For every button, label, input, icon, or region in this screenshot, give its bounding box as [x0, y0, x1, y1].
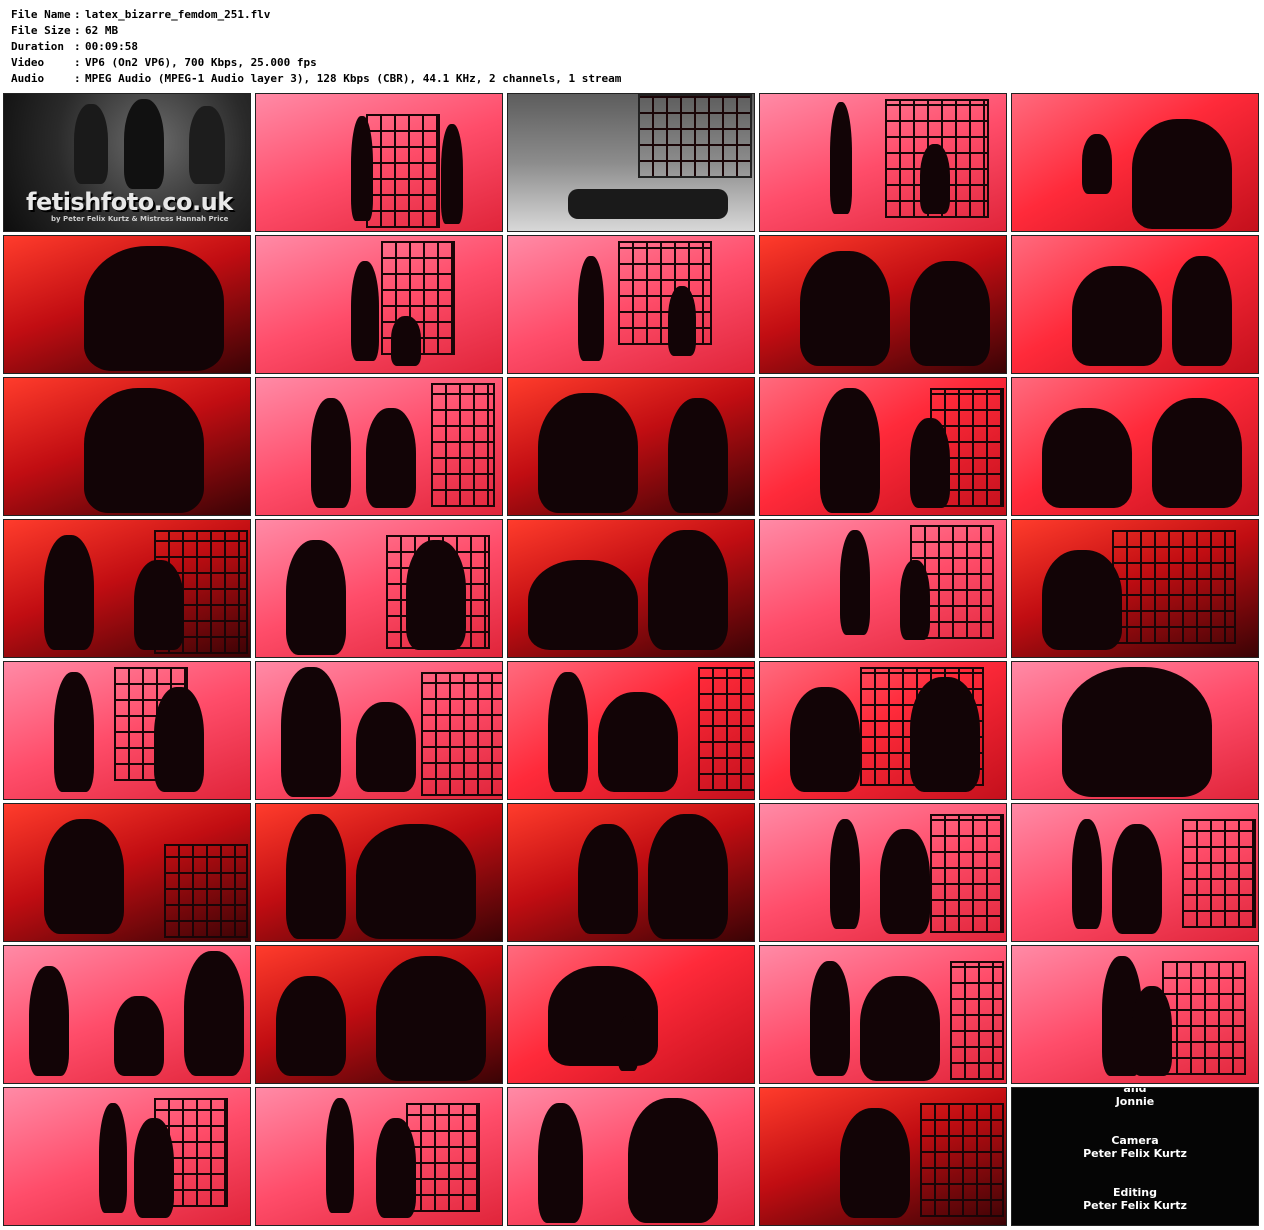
meta-separator: :: [74, 40, 81, 53]
thumbnail[interactable]: [1011, 519, 1259, 658]
thumbnail[interactable]: [759, 661, 1007, 800]
thumbnail[interactable]: [255, 235, 503, 374]
thumbnail[interactable]: [255, 661, 503, 800]
thumbnail[interactable]: [759, 1087, 1007, 1226]
thumbnail[interactable]: [507, 1087, 755, 1226]
thumbnail[interactable]: [507, 377, 755, 516]
meta-label: Video: [11, 56, 45, 69]
credits-camera-label: Camera: [1111, 1134, 1159, 1147]
credits-editing-label: Editing: [1113, 1186, 1157, 1199]
credits-line: Jonnie: [1115, 1095, 1155, 1108]
thumbnail[interactable]: [507, 519, 755, 658]
thumbnail[interactable]: [759, 93, 1007, 232]
thumbnail[interactable]: [3, 377, 251, 516]
thumbnail[interactable]: [3, 519, 251, 658]
thumbnail[interactable]: [507, 93, 755, 232]
thumbnail[interactable]: [1011, 661, 1259, 800]
meta-label: Audio: [11, 72, 45, 85]
thumbnail[interactable]: [507, 235, 755, 374]
meta-label: File Name: [11, 8, 71, 21]
thumbnail-credits[interactable]: and Jonnie Camera Peter Felix Kurtz Edit…: [1011, 1087, 1259, 1226]
thumbnail[interactable]: [3, 235, 251, 374]
thumbnail[interactable]: [759, 803, 1007, 942]
meta-separator: :: [74, 8, 81, 21]
thumbnail[interactable]: [255, 519, 503, 658]
thumbnail[interactable]: [759, 377, 1007, 516]
thumbnail[interactable]: [1011, 377, 1259, 516]
audio-row: Audio : MPEG Audio (MPEG-1 Audio layer 3…: [11, 71, 621, 87]
meta-label: File Size: [11, 24, 71, 37]
thumbnail[interactable]: [507, 661, 755, 800]
credits-camera-name: Peter Felix Kurtz: [1083, 1147, 1187, 1160]
meta-value: 00:09:58: [85, 40, 138, 53]
thumbnail[interactable]: [255, 945, 503, 1084]
thumbnail[interactable]: [1011, 93, 1259, 232]
meta-value: 62 MB: [85, 24, 119, 37]
logo-title: fetishfoto.co.uk: [26, 188, 233, 216]
thumbnail[interactable]: [507, 945, 755, 1084]
thumbnail[interactable]: [255, 803, 503, 942]
video-row: Video : VP6 (On2 VP6), 700 Kbps, 25.000 …: [11, 55, 621, 71]
meta-separator: :: [74, 72, 81, 85]
meta-value: VP6 (On2 VP6), 700 Kbps, 25.000 fps: [85, 56, 317, 69]
thumbnail[interactable]: [759, 519, 1007, 658]
thumbnail[interactable]: [3, 661, 251, 800]
thumbnail[interactable]: [3, 803, 251, 942]
file-size-row: File Size : 62 MB: [11, 23, 621, 39]
thumbnail[interactable]: [255, 93, 503, 232]
thumbnail[interactable]: [1011, 803, 1259, 942]
thumbnail-grid: fetishfoto.co.uk by Peter Felix Kurtz & …: [3, 93, 1259, 1226]
thumbnail[interactable]: [759, 945, 1007, 1084]
credits-editing-name: Peter Felix Kurtz: [1083, 1199, 1187, 1212]
thumbnail[interactable]: [3, 1087, 251, 1226]
meta-label: Duration: [11, 40, 64, 53]
meta-value: latex_bizarre_femdom_251.flv: [85, 8, 271, 21]
credits-block: and Jonnie Camera Peter Felix Kurtz Edit…: [1012, 1087, 1258, 1212]
thumbnail-logo[interactable]: fetishfoto.co.uk by Peter Felix Kurtz & …: [3, 93, 251, 232]
thumbnail[interactable]: [1011, 235, 1259, 374]
logo-subtitle: by Peter Felix Kurtz & Mistress Hannah P…: [51, 215, 229, 223]
thumbnail[interactable]: [255, 377, 503, 516]
credits-line: and: [1123, 1087, 1147, 1095]
thumbnail[interactable]: [759, 235, 1007, 374]
thumbnail[interactable]: [507, 803, 755, 942]
thumbnail[interactable]: [255, 1087, 503, 1226]
meta-separator: :: [74, 24, 81, 37]
duration-row: Duration : 00:09:58: [11, 39, 621, 55]
file-info-panel: File Name : latex_bizarre_femdom_251.flv…: [11, 7, 621, 87]
meta-value: MPEG Audio (MPEG-1 Audio layer 3), 128 K…: [85, 72, 622, 85]
thumbnail[interactable]: [3, 945, 251, 1084]
thumbnail[interactable]: [1011, 945, 1259, 1084]
file-name-row: File Name : latex_bizarre_femdom_251.flv: [11, 7, 621, 23]
meta-separator: :: [74, 56, 81, 69]
